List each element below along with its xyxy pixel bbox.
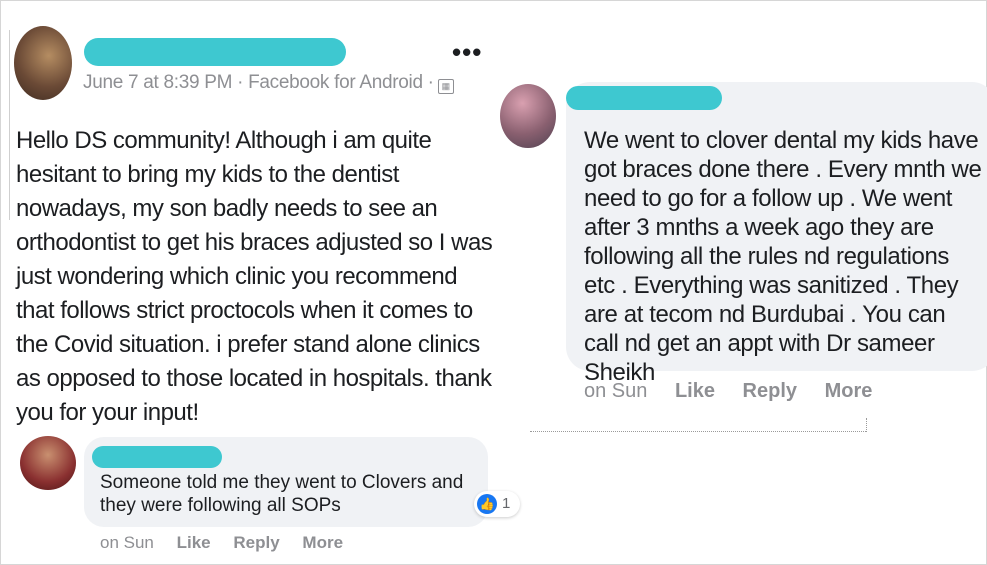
like-button[interactable]: Like (675, 380, 715, 402)
divider (530, 431, 866, 432)
comment-time[interactable]: on Sun (100, 533, 154, 552)
more-button[interactable]: More (302, 533, 343, 552)
commenter-avatar[interactable] (500, 84, 556, 148)
post-meta: June 7 at 8:39 PM · Facebook for Android… (83, 72, 454, 94)
divider (866, 418, 867, 432)
audience-icon: ▦ (437, 79, 454, 94)
reply-button[interactable]: Reply (233, 533, 279, 552)
divider (9, 30, 10, 220)
reaction-badge[interactable]: 👍 1 (474, 491, 520, 517)
thumbs-up-icon: 👍 (477, 494, 497, 514)
comment-actions: on Sun Like Reply More (584, 380, 894, 403)
redacted-author-name (84, 38, 346, 66)
like-button[interactable]: Like (177, 533, 211, 552)
comment-actions: on Sun Like Reply More (100, 533, 361, 553)
comment-time[interactable]: on Sun (584, 380, 647, 402)
comment-text: We went to clover dental my kids have go… (584, 127, 982, 386)
commenter-avatar[interactable] (20, 436, 76, 490)
more-button[interactable]: More (825, 380, 873, 402)
comment-text: Someone told me they went to Clovers and… (100, 472, 464, 516)
post-options-button[interactable]: ••• (452, 39, 482, 65)
post-body: Hello DS community! Although i am quite … (16, 127, 493, 426)
redacted-commenter-name (566, 86, 722, 110)
redacted-commenter-name (92, 446, 222, 468)
reaction-count: 1 (502, 495, 511, 512)
post-author-avatar[interactable] (14, 26, 72, 100)
reply-button[interactable]: Reply (743, 380, 797, 402)
post-timestamp[interactable]: June 7 at 8:39 PM · Facebook for Android… (83, 72, 434, 93)
